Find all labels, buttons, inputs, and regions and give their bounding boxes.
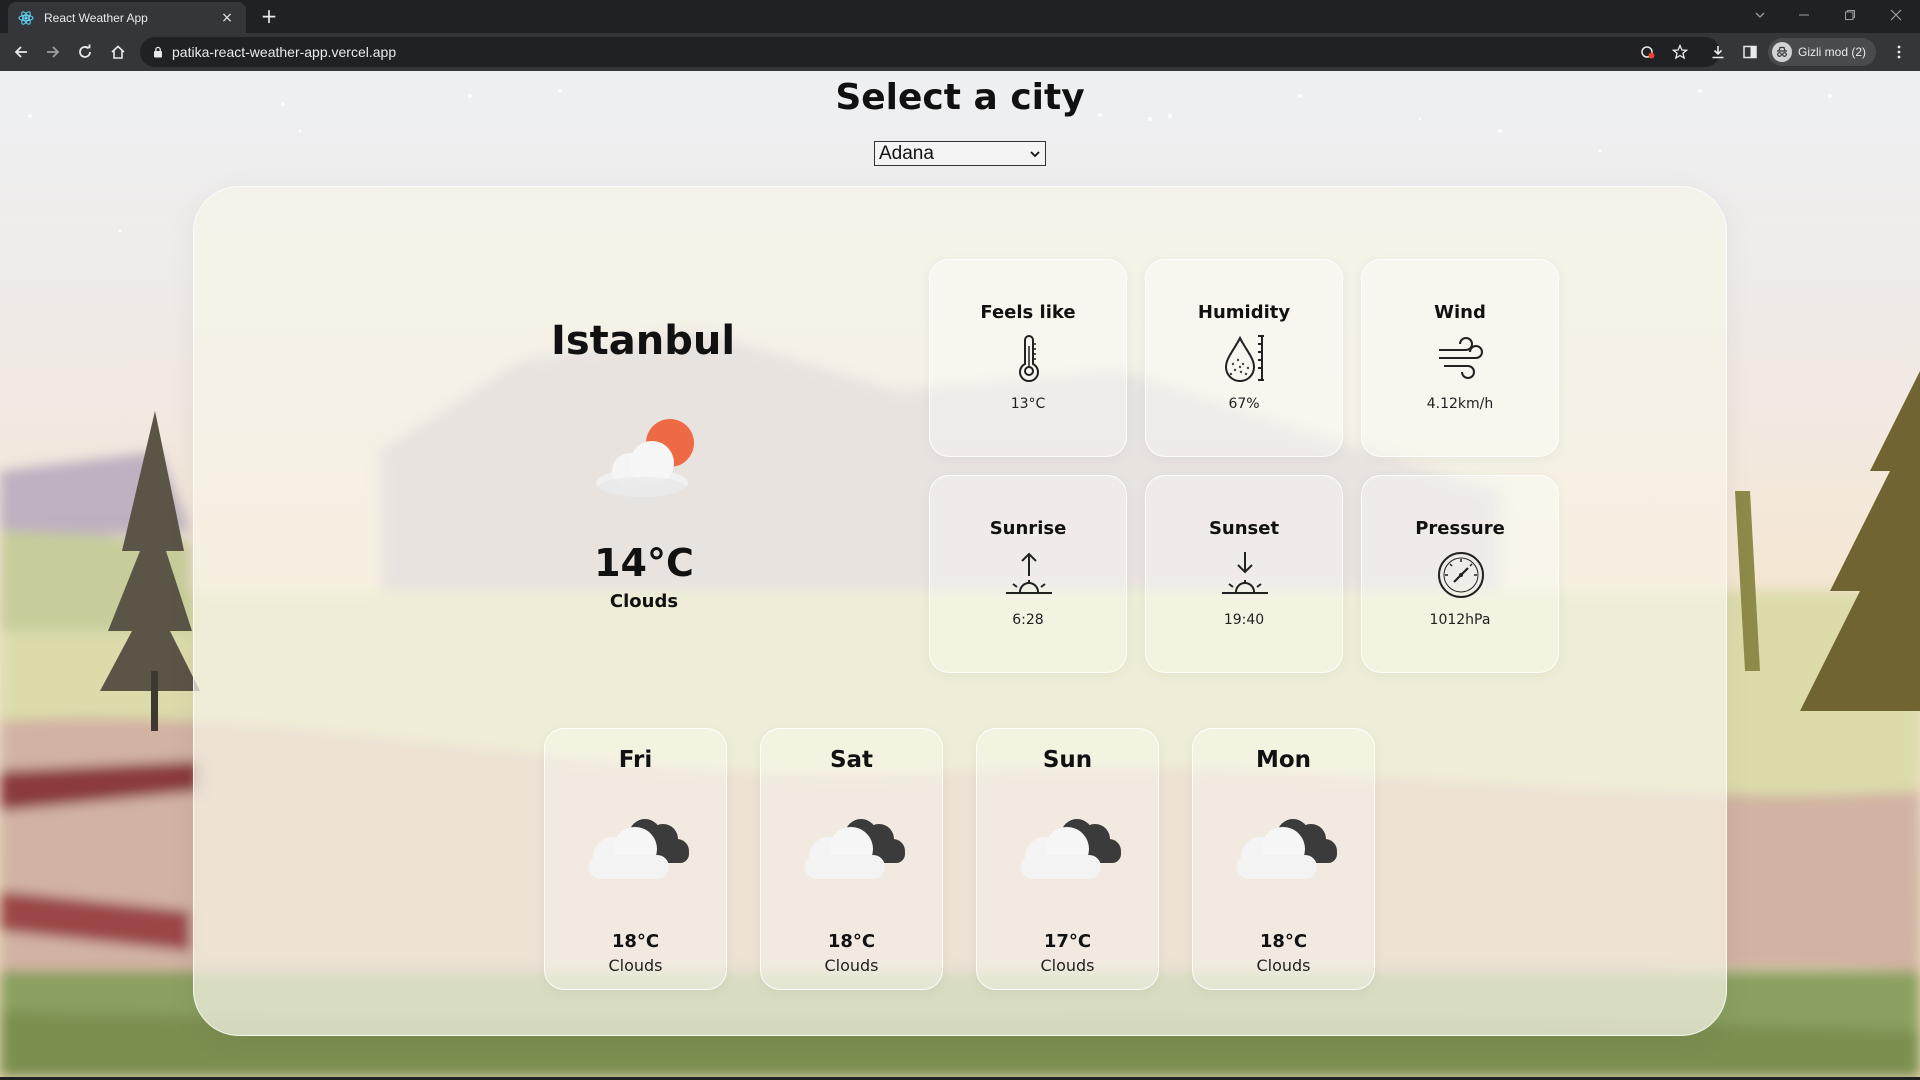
forecast-card-sat: Sat 18°C Clouds bbox=[760, 728, 943, 990]
tab-title: React Weather App bbox=[44, 10, 148, 25]
chevron-down-icon bbox=[1030, 150, 1040, 157]
stat-title: Humidity bbox=[1197, 302, 1291, 323]
forecast-temp: 18°C bbox=[1259, 931, 1308, 952]
minimize-icon bbox=[1799, 14, 1809, 16]
browser-tab[interactable]: React Weather App × bbox=[8, 2, 246, 33]
download-icon bbox=[1712, 46, 1724, 59]
stat-value: 67% bbox=[1228, 396, 1260, 412]
forecast-temp: 18°C bbox=[611, 931, 660, 952]
side-panel-icon bbox=[1743, 45, 1757, 59]
forecast-card-sun: Sun 17°C Clouds bbox=[976, 728, 1159, 990]
stat-card-feels-like: Feels like 13°C bbox=[929, 259, 1127, 457]
stat-value: 6:28 bbox=[1012, 612, 1044, 628]
profile-label: Gizli mod (2) bbox=[1798, 45, 1867, 59]
reload-button[interactable] bbox=[73, 40, 97, 64]
react-logo-icon bbox=[18, 10, 34, 25]
side-panel-button[interactable] bbox=[1738, 40, 1762, 64]
stat-title: Pressure bbox=[1415, 518, 1505, 539]
incognito-profile-button[interactable]: Gizli mod (2) bbox=[1768, 38, 1877, 66]
partly-cloudy-sun-icon bbox=[596, 419, 694, 497]
forecast-desc: Clouds bbox=[1256, 956, 1311, 975]
stat-value: 19:40 bbox=[1223, 612, 1265, 628]
browser-toolbar: patika-react-weather-app.vercel.app Gizl… bbox=[0, 33, 1920, 71]
forecast-desc: Clouds bbox=[608, 956, 663, 975]
arrow-left-icon bbox=[14, 46, 27, 58]
stat-title: Wind bbox=[1434, 302, 1486, 323]
forecast-day: Sun bbox=[1042, 747, 1093, 773]
forecast-day: Fri bbox=[618, 747, 653, 773]
forecast-card-mon: Mon 18°C Clouds bbox=[1192, 728, 1375, 990]
stat-card-pressure: Pressure 1012hPa bbox=[1361, 475, 1559, 673]
clouds-icon bbox=[589, 819, 689, 879]
arrow-right-icon bbox=[47, 46, 60, 58]
tab-search-button[interactable] bbox=[1738, 0, 1782, 30]
stat-card-sunset: Sunset 19:40 bbox=[1145, 475, 1343, 673]
restore-button[interactable] bbox=[1828, 0, 1872, 30]
reload-icon bbox=[79, 44, 91, 58]
stat-value: 4.12km/h bbox=[1426, 396, 1494, 412]
chevron-down-icon bbox=[1755, 12, 1765, 18]
clouds-icon bbox=[805, 819, 905, 879]
incognito-icon bbox=[1772, 42, 1792, 62]
close-icon bbox=[1890, 9, 1902, 21]
minimize-button[interactable] bbox=[1782, 0, 1826, 30]
forecast-day: Mon bbox=[1255, 747, 1312, 773]
thermometer-icon bbox=[1019, 335, 1039, 383]
forecast-day: Sat bbox=[829, 747, 874, 773]
kebab-menu-icon bbox=[1897, 45, 1901, 59]
stat-value: 1012hPa bbox=[1429, 612, 1491, 628]
stat-card-humidity: Humidity 67% bbox=[1145, 259, 1343, 457]
clouds-icon bbox=[1237, 819, 1337, 879]
barometer-icon bbox=[1438, 552, 1484, 598]
browser-menu-button[interactable] bbox=[1887, 40, 1911, 64]
forecast-card-fri: Fri 18°C Clouds bbox=[544, 728, 727, 990]
city-select-value: Adana bbox=[879, 142, 934, 164]
tracking-protection-button[interactable] bbox=[1636, 40, 1660, 64]
home-button[interactable] bbox=[106, 40, 130, 64]
clouds-icon bbox=[1021, 819, 1121, 879]
forecast-desc: Clouds bbox=[824, 956, 879, 975]
new-tab-button[interactable]: + bbox=[258, 6, 280, 28]
page-viewport: Select a city Adana Istanbul 14°C Clouds… bbox=[0, 71, 1920, 1077]
tab-close-button[interactable]: × bbox=[218, 10, 236, 26]
star-icon bbox=[1672, 44, 1688, 60]
city-name: Istanbul bbox=[550, 318, 736, 364]
stat-title: Sunrise bbox=[989, 518, 1067, 539]
sunrise-icon bbox=[1006, 552, 1052, 594]
downloads-button[interactable] bbox=[1706, 40, 1730, 64]
address-bar[interactable]: patika-react-weather-app.vercel.app bbox=[140, 37, 1720, 67]
stat-card-wind: Wind 4.12km/h bbox=[1361, 259, 1559, 457]
forward-button[interactable] bbox=[41, 40, 65, 64]
stat-title: Sunset bbox=[1208, 518, 1280, 539]
bookmark-button[interactable] bbox=[1668, 40, 1692, 64]
stat-value: 13°C bbox=[1010, 396, 1046, 412]
lock-icon bbox=[154, 46, 162, 58]
sunset-icon bbox=[1222, 552, 1268, 594]
current-temperature: 14°C bbox=[594, 541, 694, 585]
humidity-drop-icon bbox=[1224, 335, 1264, 382]
current-description: Clouds bbox=[609, 591, 679, 612]
home-icon bbox=[111, 45, 125, 59]
back-button[interactable] bbox=[9, 40, 33, 64]
forecast-temp: 18°C bbox=[827, 931, 876, 952]
close-window-button[interactable] bbox=[1874, 0, 1918, 30]
forecast-desc: Clouds bbox=[1040, 956, 1095, 975]
url-text: patika-react-weather-app.vercel.app bbox=[172, 44, 397, 60]
page-title: Select a city bbox=[835, 77, 1085, 118]
eye-blocked-icon bbox=[1641, 46, 1655, 59]
stat-card-sunrise: Sunrise 6:28 bbox=[929, 475, 1127, 673]
stat-title: Feels like bbox=[980, 302, 1076, 323]
restore-icon bbox=[1845, 10, 1855, 20]
browser-titlebar: React Weather App × + bbox=[0, 0, 1920, 33]
city-select[interactable]: Adana bbox=[874, 141, 1046, 166]
wind-icon bbox=[1439, 337, 1483, 379]
forecast-temp: 17°C bbox=[1043, 931, 1092, 952]
